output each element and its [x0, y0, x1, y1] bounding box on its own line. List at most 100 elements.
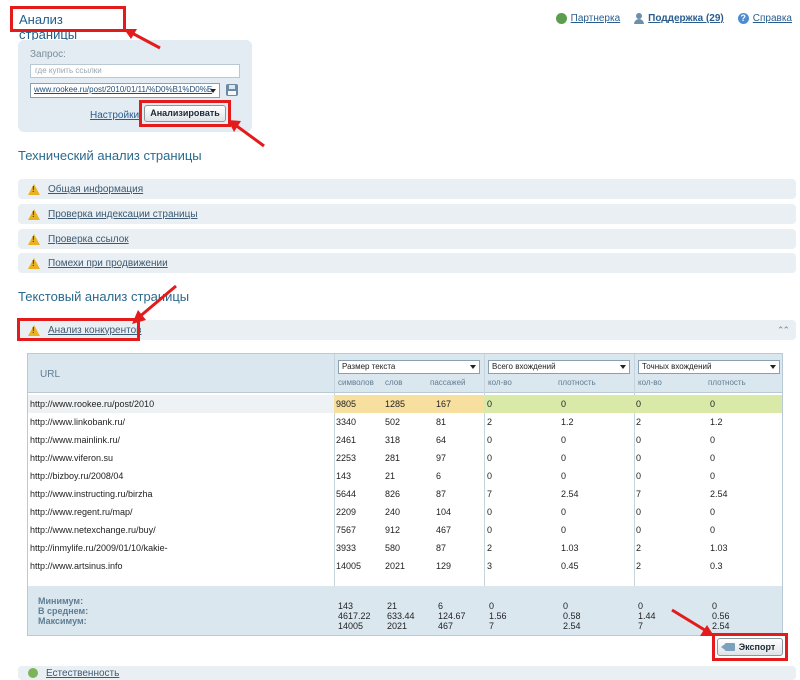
row-total-count: 0: [487, 399, 493, 409]
row-exact-count: 0: [636, 435, 642, 445]
row-url: http://www.netexchange.ru/buy/: [30, 525, 156, 535]
summary-total-count: 1.56: [489, 611, 507, 621]
accordion-label[interactable]: Общая информация: [48, 184, 143, 195]
table-header: URL Размер текста Всего вхождений Точных…: [28, 354, 782, 393]
table-row: http://www.linkobank.ru/3340 502 81 2 1.2 2 1.…: [28, 413, 782, 431]
table-row: http://www.artsinus.info 14005 2021 129 3 0.4…: [28, 557, 782, 575]
export-button[interactable]: Экспорт: [717, 638, 783, 656]
help-link[interactable]: ? Справка: [737, 13, 792, 24]
accordion-naturalness[interactable]: Естественность: [18, 666, 796, 680]
warning-icon: [28, 208, 40, 220]
summary-chars: 4617.22: [338, 611, 371, 621]
row-words: 240: [385, 507, 401, 517]
competitors-table: URL Размер текста Всего вхождений Точных…: [27, 353, 783, 636]
summary-chars: 143: [338, 601, 354, 611]
support-link-label[interactable]: Поддержка (29): [648, 13, 724, 24]
query-label: Запрос:: [30, 49, 66, 60]
row-total-density: 0.45: [561, 561, 579, 571]
row-passages: 64: [436, 435, 447, 445]
row-exact-count: 2: [636, 417, 642, 427]
exact-occurrences-select[interactable]: Точных вхождений: [638, 360, 780, 374]
total-occurrences-select[interactable]: Всего вхождений: [488, 360, 630, 374]
accordion-label[interactable]: Естественность: [46, 668, 119, 679]
summary-passages: 124.67: [438, 611, 466, 621]
summary-exact-count: 7: [638, 621, 644, 631]
row-url: http://www.artsinus.info: [30, 561, 123, 571]
summary-label-avg: В среднем:: [38, 606, 89, 616]
accordion-label[interactable]: Помехи при продвижении: [48, 258, 168, 269]
chevron-down-icon: [620, 365, 626, 369]
row-exact-count: 0: [636, 525, 642, 535]
row-words: 281: [385, 453, 401, 463]
help-link-label[interactable]: Справка: [753, 13, 792, 24]
summary-words: 21: [387, 601, 398, 611]
row-passages: 81: [436, 417, 447, 427]
partner-icon: [555, 13, 567, 24]
summary-total-density: 0: [563, 601, 569, 611]
page-title: Анализ страницы: [10, 6, 126, 42]
summary-exact-density: 0.56: [712, 611, 730, 621]
row-total-density: 0: [561, 525, 567, 535]
partners-link-label[interactable]: Партнерка: [571, 13, 620, 24]
row-exact-density: 0: [710, 507, 716, 517]
summary-chars: 14005: [338, 621, 364, 631]
row-words: 502: [385, 417, 401, 427]
query-input[interactable]: где купить ссылки: [30, 64, 240, 78]
url-column-header: URL: [40, 369, 61, 380]
row-passages: 6: [436, 471, 442, 481]
row-chars: 7567: [336, 525, 357, 535]
row-passages: 104: [436, 507, 452, 517]
support-link[interactable]: Поддержка (29): [634, 13, 724, 24]
summary-label-max: Максимум:: [38, 616, 87, 626]
row-total-density: 0: [561, 399, 567, 409]
row-total-density: 1.03: [561, 543, 579, 553]
row-words: 1285: [385, 399, 406, 409]
sub-header: кол-во: [638, 378, 662, 387]
row-chars: 2461: [336, 435, 357, 445]
row-passages: 87: [436, 543, 447, 553]
row-passages: 129: [436, 561, 452, 571]
table-summary: Минимум: В среднем: Максимум: 143 4617.22…: [28, 586, 782, 635]
accordion-promotion-issues[interactable]: Помехи при продвижении: [18, 253, 796, 273]
chevron-down-icon: [210, 89, 216, 93]
row-exact-density: 1.03: [710, 543, 728, 553]
row-chars: 3933: [336, 543, 357, 553]
row-url: http://www.instructing.ru/birzha: [30, 489, 153, 499]
row-total-density: 1.2: [561, 417, 574, 427]
collapse-chevrons-icon[interactable]: ⌃⌃: [777, 325, 790, 336]
summary-total-count: 0: [489, 601, 495, 611]
accordion-indexing-check[interactable]: Проверка индексации страницы: [18, 204, 796, 224]
row-passages: 467: [436, 525, 452, 535]
warning-icon: [28, 183, 40, 195]
accordion-general-info[interactable]: Общая информация: [18, 179, 796, 199]
summary-words: 633.44: [387, 611, 415, 621]
text-size-select[interactable]: Размер текста: [338, 360, 480, 374]
technical-section-title: Технический анализ страницы: [18, 148, 202, 163]
row-exact-density: 0: [710, 435, 716, 445]
row-words: 318: [385, 435, 401, 445]
chevron-down-icon: [470, 365, 476, 369]
row-passages: 97: [436, 453, 447, 463]
row-exact-density: 0.3: [710, 561, 723, 571]
summary-label-min: Минимум:: [38, 596, 84, 606]
row-exact-count: 0: [636, 399, 642, 409]
ok-icon: [28, 668, 38, 678]
partners-link[interactable]: Партнерка: [555, 13, 620, 24]
analyze-button[interactable]: Анализировать: [144, 105, 226, 122]
table-row: http://www.instructing.ru/birzha 5644 826 8…: [28, 485, 782, 503]
table-row: http://www.rookee.ru/post/2010 9805 1285 16…: [28, 395, 782, 413]
accordion-label[interactable]: Проверка индексации страницы: [48, 209, 198, 220]
save-disk-icon[interactable]: [226, 84, 238, 96]
row-total-count: 0: [487, 525, 493, 535]
accordion-label[interactable]: Проверка ссылок: [48, 234, 129, 245]
row-chars: 2253: [336, 453, 357, 463]
row-total-count: 7: [487, 489, 493, 499]
summary-total-density: 0.58: [563, 611, 581, 621]
row-url: http://www.rookee.ru/post/2010: [30, 399, 155, 409]
row-chars: 9805: [336, 399, 357, 409]
accordion-links-check[interactable]: Проверка ссылок: [18, 229, 796, 249]
row-words: 580: [385, 543, 401, 553]
row-total-count: 3: [487, 561, 493, 571]
settings-link[interactable]: Настройки: [90, 110, 139, 121]
url-select[interactable]: www.rookee.ru/post/2010/01/11/%D0%B1%D0%…: [30, 83, 220, 98]
